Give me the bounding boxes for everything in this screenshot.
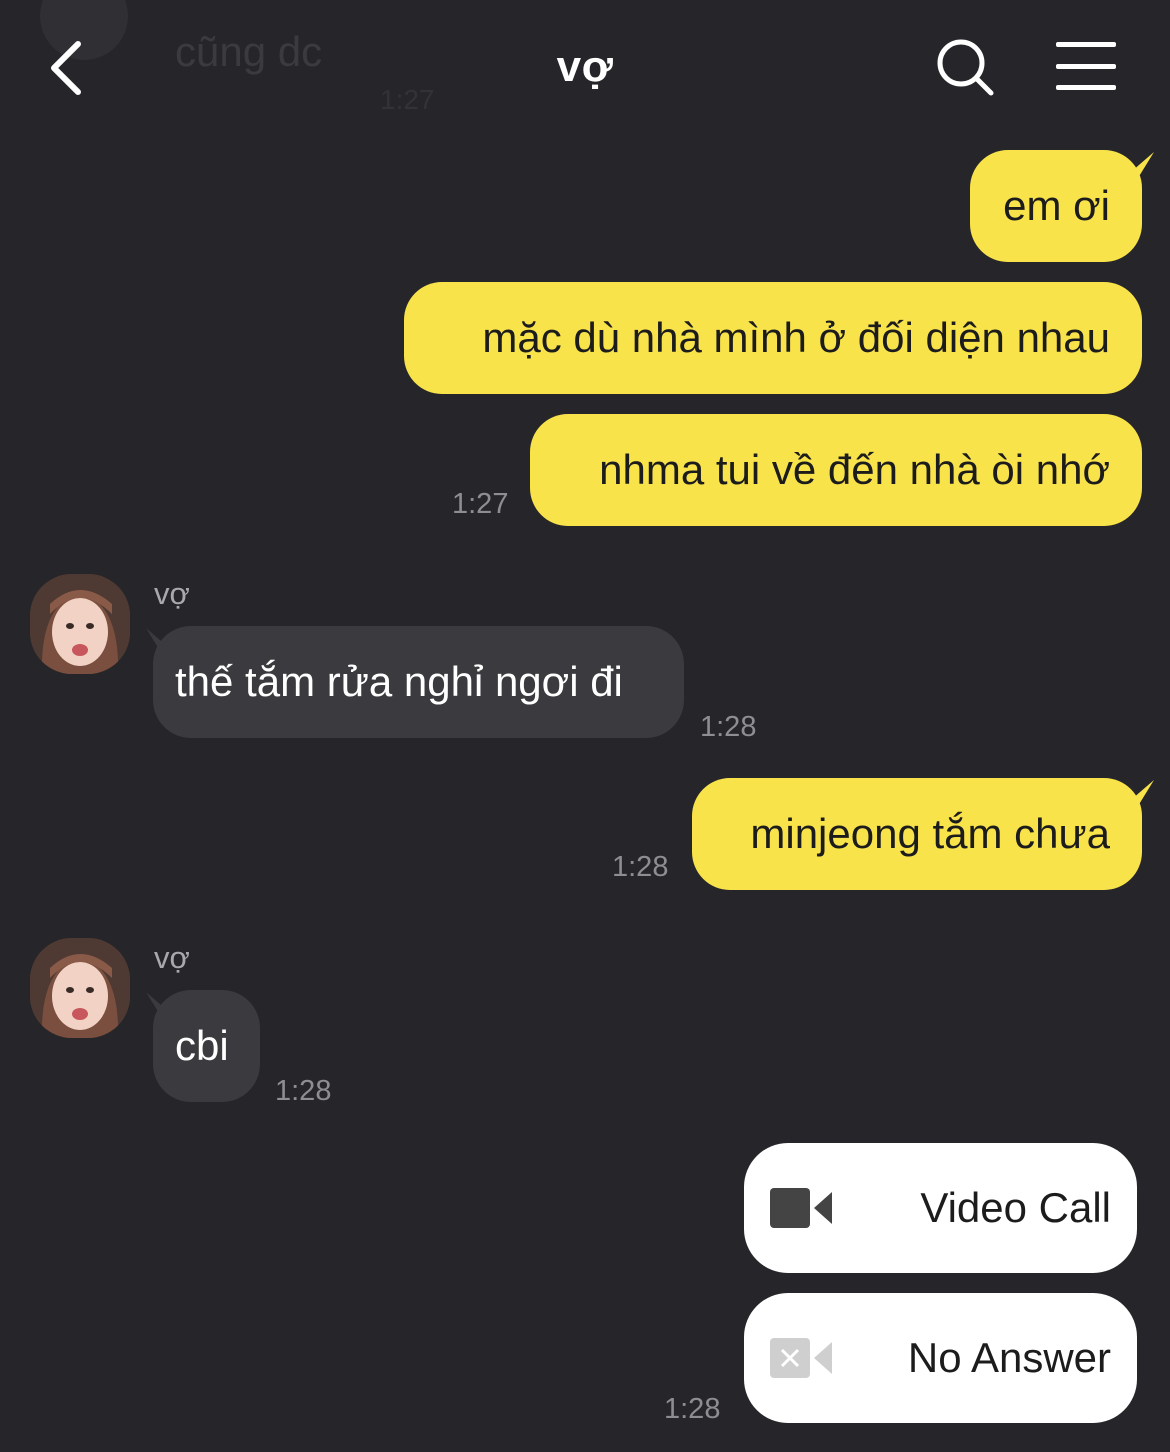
message-text: thế tắm rửa nghỉ ngơi đi <box>175 658 623 705</box>
my-message-bubble[interactable]: minjeong tắm chưa <box>692 778 1142 890</box>
message-timestamp: 1:28 <box>700 711 757 743</box>
message-text: cbi <box>175 1022 229 1069</box>
message-text: nhma tui về đến nhà òi nhớ <box>599 446 1110 493</box>
their-message-bubble[interactable]: cbi <box>153 990 260 1102</box>
sender-name: vợ <box>154 940 190 975</box>
contact-avatar[interactable] <box>30 574 130 674</box>
search-button[interactable] <box>934 36 996 98</box>
message-timestamp: 1:27 <box>452 488 509 520</box>
sender-name: vợ <box>154 576 190 611</box>
missed-video-icon <box>770 1338 832 1378</box>
video-camera-icon <box>770 1188 832 1228</box>
my-message-bubble[interactable]: nhma tui về đến nhà òi nhớ <box>530 414 1142 526</box>
message-text: minjeong tắm chưa <box>750 810 1110 857</box>
message-timestamp: 1:28 <box>664 1393 721 1425</box>
their-message-bubble[interactable]: thế tắm rửa nghỉ ngơi đi <box>153 626 684 738</box>
hamburger-menu-icon <box>1056 42 1116 90</box>
menu-button[interactable] <box>1054 40 1118 92</box>
avatar-image <box>30 574 130 674</box>
my-message-bubble[interactable]: em ơi <box>970 150 1142 262</box>
message-timestamp: 1:28 <box>612 851 669 883</box>
my-message-bubble[interactable]: mặc dù nhà mình ở đối diện nhau <box>404 282 1142 394</box>
message-text: em ơi <box>1003 182 1110 229</box>
video-call-card[interactable]: Video Call <box>744 1143 1137 1273</box>
call-label: Video Call <box>920 1184 1111 1231</box>
message-timestamp: 1:28 <box>275 1075 332 1107</box>
avatar-image <box>30 938 130 1038</box>
call-label: No Answer <box>907 1334 1111 1381</box>
message-text: mặc dù nhà mình ở đối diện nhau <box>482 314 1110 361</box>
search-icon <box>937 39 994 96</box>
no-answer-call-card[interactable]: No Answer <box>744 1293 1137 1423</box>
contact-avatar[interactable] <box>30 938 130 1038</box>
